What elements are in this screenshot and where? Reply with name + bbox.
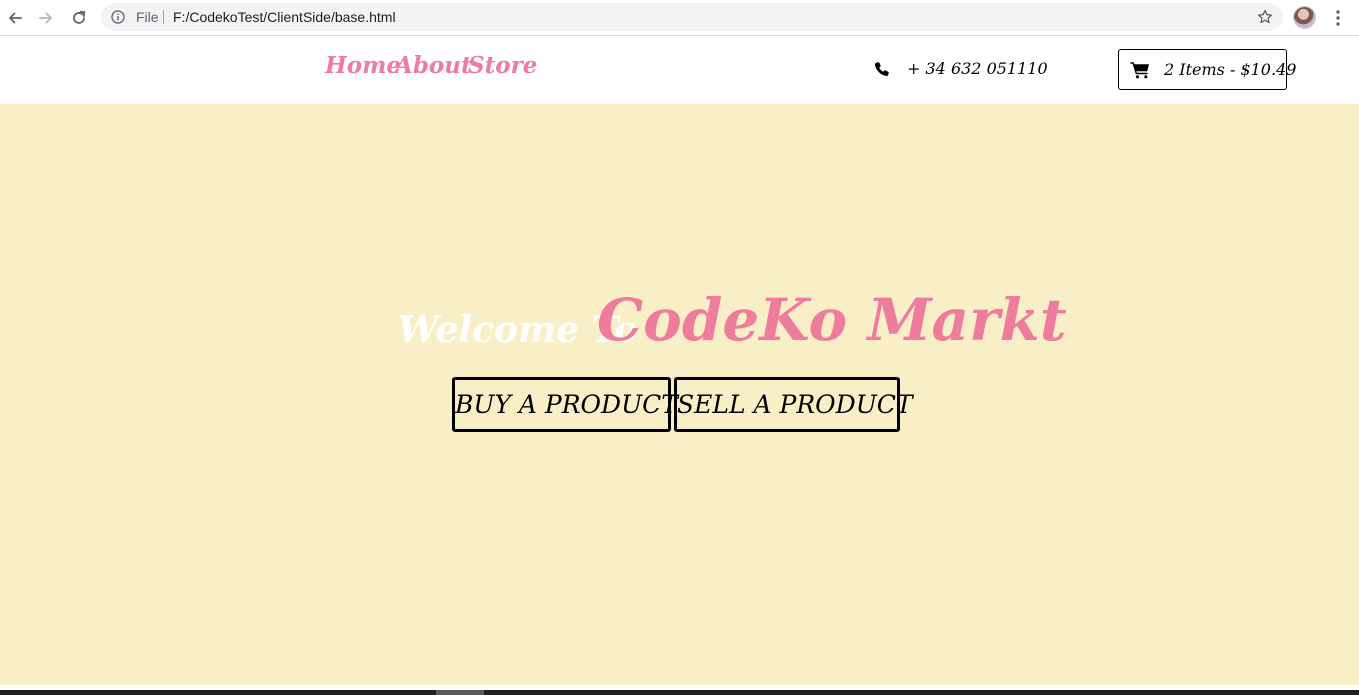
shopping-cart-icon: [1130, 62, 1149, 79]
profile-avatar[interactable]: [1293, 6, 1316, 29]
address-bar[interactable]: File F:/CodekoTest/ClientSide/base.html: [101, 3, 1283, 31]
browser-toolbar: File F:/CodekoTest/ClientSide/base.html: [0, 0, 1359, 36]
info-icon[interactable]: [111, 10, 125, 24]
sell-product-button[interactable]: SELL A PRODUCT: [674, 377, 913, 432]
scheme-label: File: [136, 9, 159, 25]
site-header: Home About Store + 34 632 051110 2 Items…: [0, 37, 1359, 104]
nav-store-link[interactable]: Store: [468, 51, 537, 81]
scrollbar-thumb[interactable]: [436, 690, 484, 695]
hero-section: Welcome To CodeKo Markt BUY A PRODUCT SE…: [0, 104, 1359, 685]
phone-icon: [874, 62, 889, 77]
kebab-menu-icon[interactable]: [1330, 8, 1346, 28]
back-arrow-icon[interactable]: [3, 6, 27, 30]
nav-home-link[interactable]: Home: [325, 51, 401, 81]
cart-summary: 2 Items - $10.49: [1164, 60, 1297, 79]
hero-brand-title: CodeKo Markt: [597, 286, 1067, 354]
url-separator: [163, 10, 164, 24]
horizontal-scrollbar[interactable]: [0, 690, 1359, 695]
cart-button[interactable]: 2 Items - $10.49: [1118, 49, 1296, 90]
nav-about-link[interactable]: About: [395, 51, 472, 81]
phone-number: + 34 632 051110: [907, 59, 1048, 78]
buy-product-button[interactable]: BUY A PRODUCT: [452, 377, 678, 432]
star-icon[interactable]: [1257, 9, 1273, 25]
forward-arrow-icon[interactable]: [34, 6, 58, 30]
url-text[interactable]: F:/CodekoTest/ClientSide/base.html: [173, 9, 396, 25]
reload-icon[interactable]: [67, 6, 91, 30]
